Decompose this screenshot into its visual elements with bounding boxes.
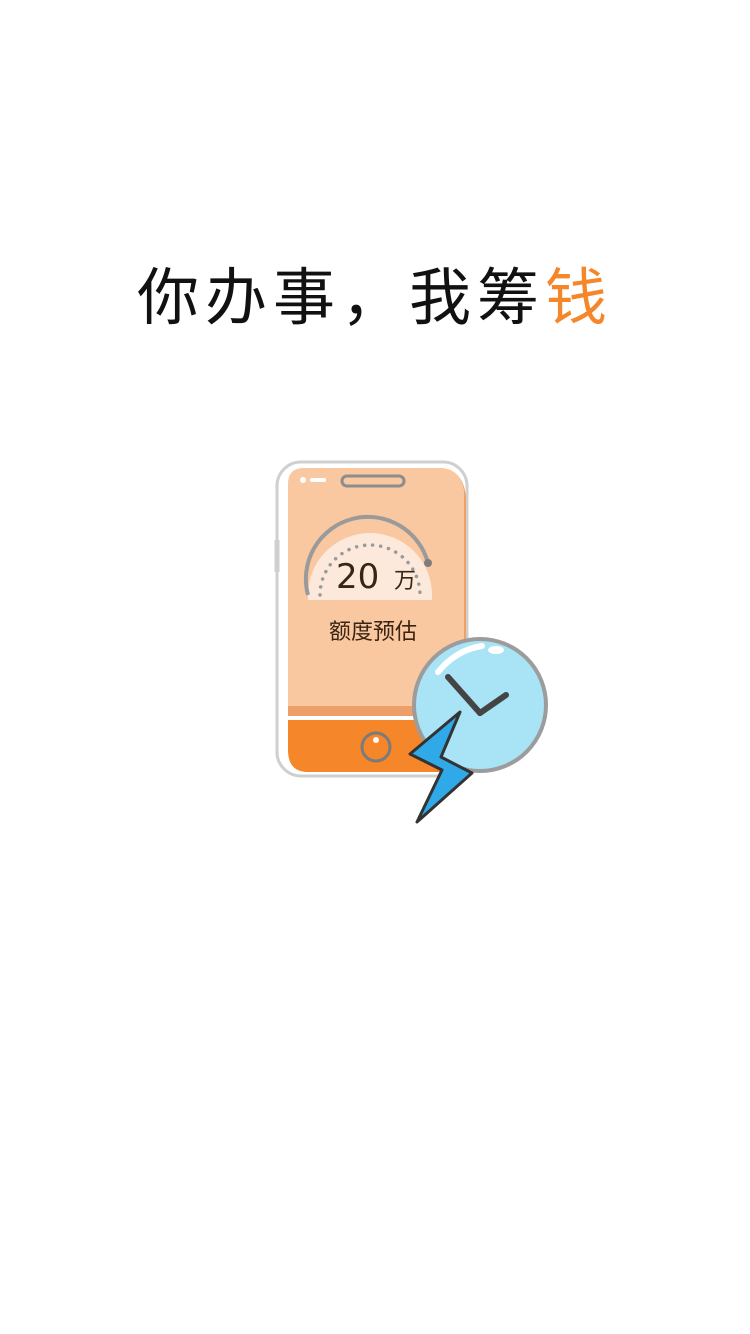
slogan-accent-text: 钱 [545,261,614,334]
slogan-heading: 你办事，我筹钱 [0,258,750,338]
amount-unit: 万 [394,569,416,594]
phone-illustration: 20 万 额度预估 [260,450,570,840]
estimate-caption: 额度预估 [329,620,417,645]
amount-value: 20 [336,557,379,597]
slogan-text: 你办事，我筹 [136,261,545,334]
